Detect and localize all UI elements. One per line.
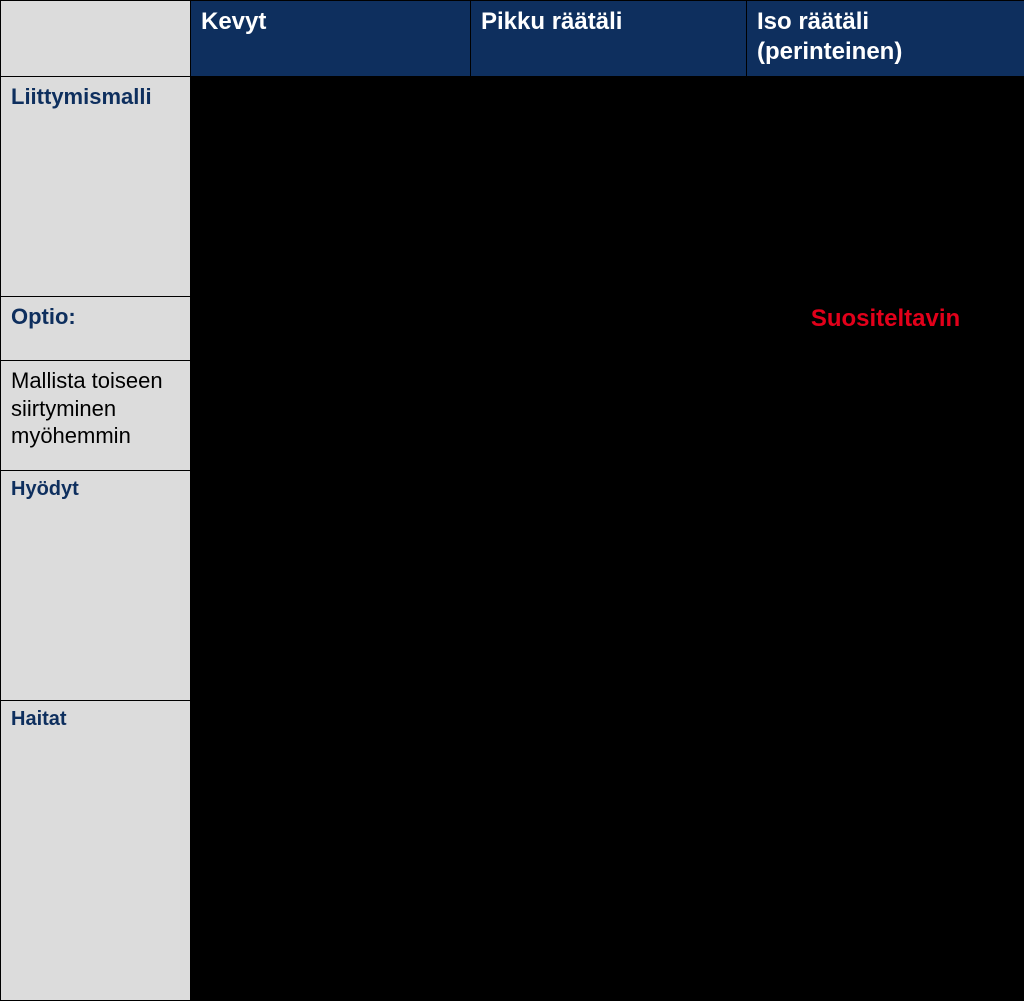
rowlabel-haitat: Haitat xyxy=(1,701,191,1001)
row-hyodyt: Hyödyt xyxy=(1,471,1024,701)
cell-hyodyt-pikku xyxy=(471,471,747,701)
cell-haitat-pikku xyxy=(471,701,747,1001)
cell-optio-kevyt xyxy=(191,297,471,361)
cell-mallista-iso xyxy=(747,361,1024,471)
header-kevyt: Kevyt xyxy=(191,1,471,77)
recommend-label: Suositeltavin xyxy=(757,305,1014,334)
cell-optio-iso: Suositeltavin xyxy=(747,297,1024,361)
header-pikku-raatali: Pikku räätäli xyxy=(471,1,747,77)
table-header-row: Kevyt Pikku räätäli Iso räätäli (perinte… xyxy=(1,1,1024,77)
cell-haitat-iso xyxy=(747,701,1024,1001)
cell-mallista-pikku xyxy=(471,361,747,471)
rowlabel-mallista: Mallista toiseen siirtyminen myöhemmin xyxy=(1,361,191,471)
comparison-table: Kevyt Pikku räätäli Iso räätäli (perinte… xyxy=(0,0,1024,1001)
rowlabel-liittymismalli: Liittymismalli xyxy=(1,77,191,297)
row-liittymismalli: Liittymismalli xyxy=(1,77,1024,297)
cell-liittymismalli-kevyt xyxy=(191,77,471,297)
cell-liittymismalli-pikku xyxy=(471,77,747,297)
rowlabel-optio: Optio: xyxy=(1,297,191,361)
cell-hyodyt-kevyt xyxy=(191,471,471,701)
cell-haitat-kevyt xyxy=(191,701,471,1001)
header-blank xyxy=(1,1,191,77)
rowlabel-hyodyt: Hyödyt xyxy=(1,471,191,701)
cell-hyodyt-iso xyxy=(747,471,1024,701)
cell-liittymismalli-iso xyxy=(747,77,1024,297)
cell-optio-pikku xyxy=(471,297,747,361)
cell-mallista-kevyt xyxy=(191,361,471,471)
header-iso-raatali: Iso räätäli (perinteinen) xyxy=(747,1,1024,77)
row-mallista: Mallista toiseen siirtyminen myöhemmin xyxy=(1,361,1024,471)
row-optio: Optio: Suositeltavin xyxy=(1,297,1024,361)
row-haitat: Haitat xyxy=(1,701,1024,1001)
